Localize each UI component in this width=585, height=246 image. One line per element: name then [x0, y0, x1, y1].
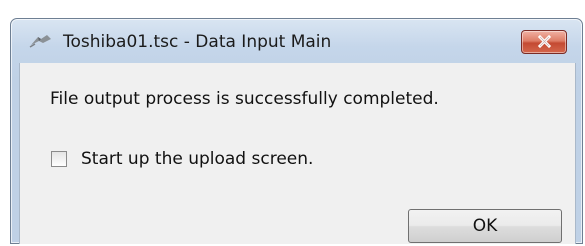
- upload-screen-checkbox[interactable]: [51, 151, 67, 167]
- dialog-client-area: File output process is successfully comp…: [19, 63, 576, 244]
- dialog-window: Toshiba01.tsc - Data Input Main File out…: [10, 18, 583, 244]
- title-bar[interactable]: Toshiba01.tsc - Data Input Main: [11, 19, 582, 63]
- toshiba-app-icon: [29, 33, 53, 49]
- close-button[interactable]: [521, 30, 567, 54]
- close-icon: [537, 35, 552, 49]
- ok-button[interactable]: OK: [408, 209, 562, 243]
- window-title: Toshiba01.tsc - Data Input Main: [63, 32, 332, 52]
- completion-message: File output process is successfully comp…: [50, 89, 439, 109]
- upload-screen-checkbox-label[interactable]: Start up the upload screen.: [81, 149, 313, 169]
